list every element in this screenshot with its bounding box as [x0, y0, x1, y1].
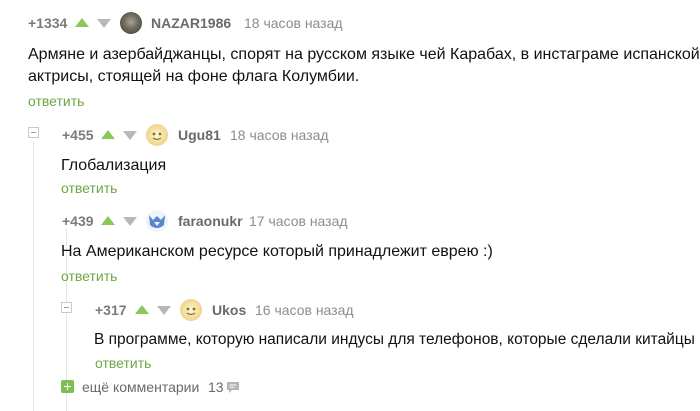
- comment-author[interactable]: NAZAR1986: [151, 15, 231, 31]
- comment-bubble-icon: [226, 381, 240, 399]
- avatar[interactable]: [146, 124, 168, 146]
- collapse-thread-icon[interactable]: [61, 302, 72, 313]
- comment-text-line: На Американском ресурсе который принадле…: [61, 243, 493, 260]
- comment-rating: +439: [62, 213, 94, 229]
- comment-rating: +455: [62, 127, 94, 143]
- vote-up-icon[interactable]: [135, 305, 149, 314]
- comment-text-line: Армяне и азербайджанцы, спорят на русско…: [28, 46, 700, 63]
- comment-text-line: В программе, которую написали индусы для…: [94, 331, 695, 348]
- comment-rating: +317: [95, 302, 127, 318]
- vote-down-icon[interactable]: [123, 217, 137, 226]
- reply-link[interactable]: ответить: [61, 268, 117, 284]
- vote-down-icon[interactable]: [123, 131, 137, 140]
- avatar[interactable]: [180, 299, 202, 321]
- more-comments-count[interactable]: 13: [208, 379, 224, 395]
- vote-down-icon[interactable]: [157, 306, 171, 315]
- wolf-avatar-icon: [149, 215, 165, 228]
- vote-down-icon[interactable]: [97, 19, 111, 28]
- vote-up-icon[interactable]: [101, 130, 115, 139]
- comment-author[interactable]: Ukos: [212, 302, 246, 318]
- thread-branch-line[interactable]: [66, 313, 67, 363]
- comment-time[interactable]: 16 часов назад: [255, 302, 354, 318]
- comment-time[interactable]: 17 часов назад: [249, 213, 348, 229]
- avatar[interactable]: [120, 12, 142, 34]
- plus-icon[interactable]: [61, 380, 74, 393]
- more-comments-label[interactable]: ещё комментарии: [82, 379, 199, 395]
- comment-author[interactable]: faraonukr: [178, 213, 243, 229]
- comment-text-line: Глобализация: [61, 157, 167, 174]
- reply-link[interactable]: ответить: [95, 355, 151, 371]
- comment-rating: +1334: [28, 15, 68, 31]
- vote-up-icon[interactable]: [75, 18, 89, 27]
- avatar[interactable]: [146, 210, 168, 232]
- comment-text-line: актрисы, стоящей на фоне флага Колумбии.: [28, 68, 360, 85]
- comment-time[interactable]: 18 часов назад: [244, 15, 343, 31]
- reply-link[interactable]: ответить: [61, 180, 117, 196]
- thread-branch-line[interactable]: [33, 142, 34, 411]
- comment-author[interactable]: Ugu81: [178, 127, 221, 143]
- avatar-face-icon: [186, 307, 196, 316]
- vote-up-icon[interactable]: [101, 216, 115, 225]
- collapse-thread-icon[interactable]: [28, 127, 39, 138]
- comment-time[interactable]: 18 часов назад: [230, 127, 329, 143]
- avatar-face-icon: [152, 132, 162, 141]
- reply-link[interactable]: ответить: [28, 93, 84, 109]
